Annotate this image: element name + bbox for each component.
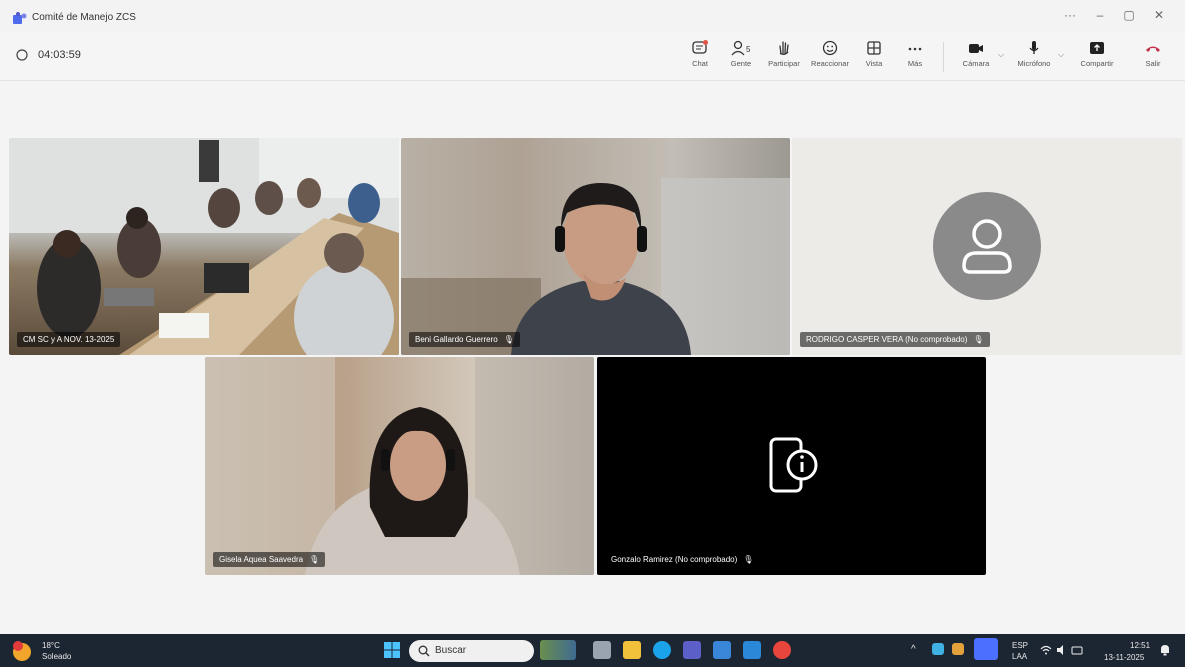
windows-start-icon[interactable]: [383, 641, 401, 659]
weather-description: Soleado: [42, 652, 72, 661]
edge-browser-icon[interactable]: [653, 641, 671, 659]
video-tile-gonzalo[interactable]: Gonzalo Ramirez (No comprobado) 🎙: [597, 357, 986, 575]
leave-button[interactable]: Salir: [1131, 36, 1175, 76]
search-placeholder: Buscar: [435, 645, 467, 656]
teams-icon[interactable]: [683, 641, 701, 659]
raise-hand-button[interactable]: Participar: [762, 36, 806, 76]
tray-mic-in-use-icon[interactable]: [974, 638, 998, 660]
taskbar-search-box[interactable]: Buscar: [409, 640, 534, 662]
video-tile-room[interactable]: CM SC y A NOV. 13-2025: [9, 138, 399, 355]
react-label: Reaccionar: [811, 59, 849, 68]
window-title: Comité de Manejo ZCS: [32, 12, 136, 23]
people-count: 5: [746, 45, 751, 54]
wifi-volume-battery-icons[interactable]: [1040, 644, 1084, 656]
view-label: Vista: [865, 59, 883, 68]
input-language[interactable]: ESP: [1012, 641, 1028, 650]
tray-app-icon-2[interactable]: [952, 643, 964, 655]
hang-up-icon: [1146, 46, 1160, 52]
smiley-icon: [822, 40, 838, 56]
weather-sun-icon[interactable]: [10, 640, 32, 662]
share-icon: [1090, 42, 1104, 54]
participant-name: Beni Gallardo Guerrero: [415, 335, 498, 344]
minimize-button[interactable]: –: [1086, 8, 1114, 22]
camera-options-chevron-icon[interactable]: ⌵: [998, 50, 1004, 60]
mic-button[interactable]: Micrófono: [1012, 36, 1056, 76]
mic-label: Micrófono: [1017, 59, 1051, 68]
chat-button[interactable]: Chat: [678, 36, 722, 76]
meeting-timer: 04:03:59: [38, 49, 81, 61]
participant-name: CM SC y A NOV. 13-2025: [23, 335, 115, 344]
video-tile-rodrigo[interactable]: RODRIGO CASPER VERA (No comprobado) 🎙: [792, 138, 1182, 355]
microphone-icon: [1029, 41, 1039, 54]
chat-label: Chat: [692, 59, 708, 68]
grid-icon: [867, 41, 881, 55]
close-button[interactable]: ✕: [1145, 8, 1173, 22]
mic-off-icon: 🎙: [309, 555, 320, 564]
participant-name-tag: RODRIGO CASPER VERA (No comprobado) 🎙: [800, 332, 990, 347]
more-button[interactable]: Más: [893, 36, 937, 76]
show-hidden-icons-chevron-icon[interactable]: ^: [911, 644, 916, 655]
file-explorer-icon[interactable]: [623, 641, 641, 659]
participant-name: Gonzalo Ramirez (No comprobado): [611, 555, 738, 564]
weather-temperature: 18°C: [42, 641, 60, 650]
window-more-button[interactable]: ···: [1056, 8, 1084, 22]
video-tile-gisela[interactable]: Gisela Aquea Saavedra 🎙: [205, 357, 594, 575]
participant-name: RODRIGO CASPER VERA (No comprobado): [806, 335, 968, 344]
search-icon: [418, 645, 430, 657]
mic-off-icon: 🎙: [973, 335, 984, 344]
store-icon[interactable]: [743, 641, 761, 659]
gisela-video-feed: [205, 357, 594, 575]
chrome-icon[interactable]: [773, 641, 791, 659]
outlook-icon[interactable]: [713, 641, 731, 659]
raise-hand-label: Participar: [768, 59, 800, 68]
tray-app-icon[interactable]: [932, 643, 944, 655]
chat-icon: [692, 40, 708, 54]
room-video-feed: [9, 138, 399, 355]
camera-button[interactable]: Cámara: [954, 36, 998, 76]
view-button[interactable]: Vista: [852, 36, 896, 76]
clock-time[interactable]: 12:51: [1130, 641, 1150, 650]
people-label: Gente: [730, 59, 752, 68]
participant-name-tag: CM SC y A NOV. 13-2025: [17, 332, 121, 347]
widgets-icon[interactable]: [540, 640, 576, 660]
share-label: Compartir: [1080, 59, 1114, 68]
beni-video-feed: [401, 138, 790, 355]
shield-icon: [16, 49, 28, 61]
mic-off-icon: 🎙: [503, 335, 514, 344]
meeting-toolbar: [0, 32, 1185, 81]
teams-app-icon: [13, 12, 27, 24]
more-icon: [908, 47, 922, 51]
camera-icon: [969, 44, 983, 53]
mic-options-chevron-icon[interactable]: ⌵: [1058, 50, 1064, 60]
participant-name-tag: Gonzalo Ramirez (No comprobado) 🎙: [605, 552, 759, 567]
leave-label: Salir: [1145, 59, 1161, 68]
participant-name: Gisela Aquea Saavedra: [219, 555, 304, 564]
toolbar-divider: [943, 42, 944, 72]
title-bar: [0, 0, 1185, 32]
camera-label: Cámara: [962, 59, 990, 68]
people-icon: 5: [731, 40, 751, 56]
clock-date[interactable]: 13-11-2025: [1104, 653, 1144, 662]
input-region[interactable]: LAA: [1012, 652, 1027, 661]
device-info-icon: [769, 437, 818, 493]
raise-hand-icon: [779, 41, 789, 55]
task-view-icon[interactable]: [593, 641, 611, 659]
more-label: Más: [907, 59, 923, 68]
share-button[interactable]: Compartir: [1075, 36, 1119, 76]
mic-off-icon: 🎙: [743, 555, 754, 564]
react-button[interactable]: Reaccionar: [808, 36, 852, 76]
avatar: [933, 192, 1041, 300]
notification-bell-icon[interactable]: [1158, 643, 1172, 657]
people-button[interactable]: 5 Gente: [719, 36, 763, 76]
participant-name-tag: Gisela Aquea Saavedra 🎙: [213, 552, 326, 567]
participant-name-tag: Beni Gallardo Guerrero 🎙: [409, 332, 520, 347]
video-tile-beni[interactable]: Beni Gallardo Guerrero 🎙: [401, 138, 790, 355]
maximize-button[interactable]: ▢: [1115, 8, 1143, 22]
